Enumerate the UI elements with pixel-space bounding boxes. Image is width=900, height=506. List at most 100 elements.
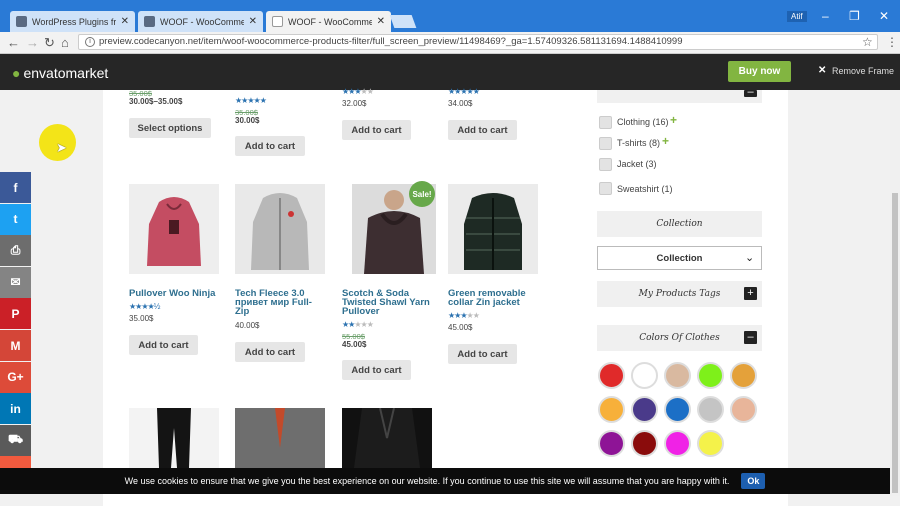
product-name[interactable]: Scotch & Soda Twisted Shawl Yarn Pullove… (342, 289, 437, 317)
scrollbar-thumb[interactable] (892, 193, 898, 493)
social-share-button[interactable]: in (0, 393, 31, 425)
product-image[interactable] (129, 184, 219, 274)
color-swatch[interactable] (631, 430, 658, 457)
close-icon[interactable]: ✕ (121, 16, 129, 27)
color-swatch[interactable] (631, 396, 658, 423)
product-image[interactable] (235, 408, 325, 468)
tab-title: WOOF - WooCommerce (288, 16, 372, 27)
category-label[interactable]: Sweatshirt (1) (617, 184, 673, 194)
tab-title: WordPress Plugins from (32, 16, 116, 27)
add-to-cart-button[interactable]: Add to cart (448, 120, 517, 140)
color-swatch[interactable] (730, 362, 757, 389)
buy-now-button[interactable]: Buy now (728, 61, 791, 82)
product-price: 34.00$ (448, 99, 473, 108)
bookmark-star-icon[interactable]: ☆ (862, 35, 873, 49)
social-share-button[interactable]: G+ (0, 361, 31, 393)
close-icon[interactable]: ✕ (249, 16, 257, 27)
social-share-button[interactable]: P (0, 298, 31, 330)
collection-dropdown[interactable]: Collection (597, 246, 762, 270)
social-share-button[interactable]: f (0, 172, 31, 203)
suit-image (235, 408, 325, 468)
user-profile-badge[interactable]: Atif (787, 11, 807, 22)
social-share-button[interactable]: t (0, 203, 31, 235)
color-swatch[interactable] (664, 396, 691, 423)
product-price: 30.00$–35.00$ (129, 97, 183, 106)
envato-leaf-icon: ● (12, 65, 21, 81)
add-to-cart-button[interactable]: Add to cart (342, 360, 411, 380)
category-label[interactable]: T-shirts (8) (617, 138, 660, 148)
color-swatch[interactable] (664, 430, 691, 457)
add-to-cart-button[interactable]: Add to cart (448, 344, 517, 364)
fleece-image (251, 193, 309, 270)
chevron-down-icon: ⌄ (745, 252, 755, 264)
collapse-icon[interactable]: – (744, 331, 757, 344)
product-name[interactable]: Tech Fleece 3.0 привет мир Full-Zip (235, 289, 325, 317)
social-share-button[interactable]: M (0, 330, 31, 361)
product-image[interactable] (129, 408, 219, 468)
add-to-cart-button[interactable]: Add to cart (235, 136, 305, 156)
cookie-text: We use cookies to ensure that we give yo… (124, 476, 730, 486)
add-to-cart-button[interactable]: Add to cart (235, 342, 305, 362)
color-swatch[interactable] (697, 396, 724, 423)
rating-stars: ★★★★★ (235, 96, 267, 105)
product-name[interactable]: Pullover Woo Ninja (129, 289, 224, 299)
expand-plus-icon[interactable]: + (662, 134, 669, 148)
close-icon[interactable]: ✕ (818, 65, 826, 76)
product-price: 32.00$ (342, 99, 367, 108)
color-swatch[interactable] (697, 430, 724, 457)
color-swatch[interactable] (598, 430, 625, 457)
collapse-icon[interactable]: – (744, 87, 757, 98)
cookie-ok-button[interactable]: Ok (741, 473, 766, 489)
close-window-icon[interactable]: ✕ (879, 9, 889, 23)
product-price: 45.00$ (448, 323, 473, 332)
add-to-cart-button[interactable]: Add to cart (342, 120, 411, 140)
social-share-button[interactable]: ⛟ (0, 424, 31, 456)
restore-icon[interactable]: ❐ (849, 9, 860, 23)
color-swatch[interactable] (697, 362, 724, 389)
product-name[interactable]: Green removable collar Zin jacket (448, 289, 543, 308)
sale-badge: Sale! (409, 181, 435, 207)
expand-icon[interactable]: + (744, 287, 757, 300)
envato-logo[interactable]: ● envatomarket (12, 65, 108, 81)
category-label[interactable]: Clothing (16) (617, 117, 669, 127)
social-share-button[interactable]: ⎙ (0, 235, 31, 267)
category-checkbox[interactable] (599, 116, 612, 129)
color-swatch[interactable] (631, 362, 658, 389)
collection-widget-title: Collection (597, 211, 762, 237)
color-swatch[interactable] (598, 396, 625, 423)
product-image[interactable] (342, 408, 432, 468)
social-share-button[interactable]: ✉ (0, 266, 31, 298)
url-input[interactable]: preview.codecanyon.net/item/woof-woocomm… (78, 34, 878, 50)
back-icon[interactable]: ← (7, 35, 20, 50)
home-icon[interactable]: ⌂ (61, 35, 69, 50)
browser-tab[interactable]: WordPress Plugins from ✕ (10, 11, 135, 32)
color-swatch[interactable] (664, 362, 691, 389)
expand-plus-icon[interactable]: + (670, 113, 677, 127)
leather-jacket-image (354, 408, 420, 468)
new-tab-button[interactable] (389, 15, 417, 28)
select-options-button[interactable]: Select options (129, 118, 211, 138)
close-icon[interactable]: ✕ (377, 16, 385, 27)
color-swatches (598, 362, 763, 462)
envato-logo-text: envatomarket (23, 65, 109, 81)
browser-tab-active[interactable]: WOOF - WooCommerce ✕ (266, 11, 391, 32)
browser-tab[interactable]: WOOF - WooCommerce ✕ (138, 11, 263, 32)
minimize-icon[interactable]: – (822, 9, 829, 23)
category-checkbox[interactable] (599, 182, 612, 195)
add-to-cart-button[interactable]: Add to cart (129, 335, 198, 355)
info-icon[interactable]: i (85, 37, 95, 47)
remove-frame-link[interactable]: Remove Frame (832, 66, 894, 76)
color-swatch[interactable] (730, 396, 757, 423)
product-image[interactable] (235, 184, 325, 274)
category-checkbox[interactable] (599, 158, 612, 171)
forward-icon[interactable]: → (26, 35, 39, 50)
product-price: 40.00$ (235, 321, 260, 330)
rating-stars: ★★★★★ (342, 320, 374, 329)
category-checkbox[interactable] (599, 137, 612, 150)
color-swatch[interactable] (598, 362, 625, 389)
product-image[interactable] (448, 184, 538, 274)
reload-icon[interactable]: ↻ (44, 35, 55, 51)
mouse-cursor-icon: ➤ (56, 140, 67, 155)
category-label[interactable]: Jacket (3) (617, 159, 657, 169)
browser-menu-icon[interactable]: ⋮ (886, 35, 898, 49)
